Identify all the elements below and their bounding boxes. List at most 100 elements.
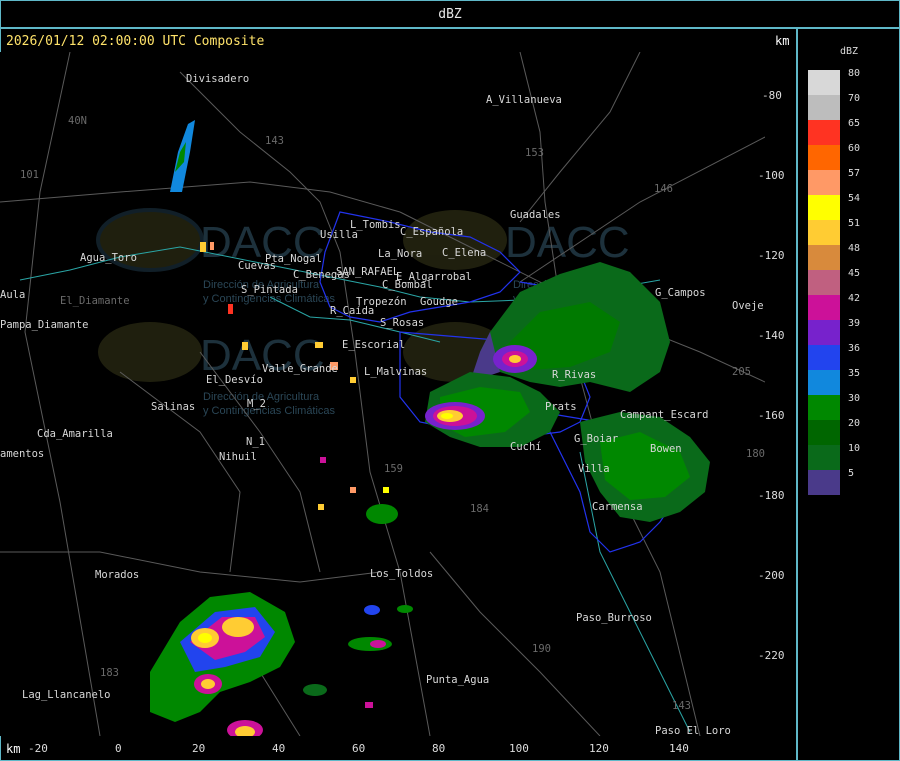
x-tick: 100 [509,742,529,755]
legend-label: 65 [848,118,861,129]
y-tick: -180 [758,489,785,502]
watermark-sub4: y Contingencias Climáticas [203,405,336,417]
legend-label: 5 [848,468,855,479]
y-axis-unit: km [775,34,790,48]
legend-swatch [808,345,840,370]
place-label: C_Española [400,226,463,238]
legend-label: 35 [848,368,861,379]
place-label: Campant_Escard [620,409,709,421]
legend-label: 42 [848,293,861,304]
x-tick: -20 [28,742,48,755]
place-label: Guadales [510,209,561,221]
legend-swatch [808,445,840,470]
place-label: Pta_Nogal [265,253,322,265]
legend-swatch [808,295,840,320]
place-label: Nihuil [219,451,257,463]
place-label: M_2 [247,398,266,410]
place-label: Pampa_Diamante [0,319,89,331]
place-label: C_Elena [442,247,486,259]
legend-swatch [808,270,840,295]
place-label: Goudge [420,296,458,308]
legend-swatch [808,245,840,270]
place-label: N_1 [246,436,265,448]
place-label: 101 [20,169,39,181]
place-label: 183 [100,667,119,679]
place-label: A_Villanueva [486,94,562,106]
place-label: E_Escorial [342,339,405,351]
legend-swatch [808,70,840,95]
legend-label: 39 [848,318,861,329]
y-tick: -140 [758,329,785,342]
place-label: 153 [525,147,544,159]
y-tick: -160 [758,409,785,422]
legend-swatch [808,220,840,245]
legend-label: 60 [848,143,861,154]
legend-label: 48 [848,243,861,254]
legend-swatch [808,370,840,395]
place-label: 190 [532,643,551,655]
y-tick: -100 [758,169,785,182]
place-label: G_Campos [655,287,706,299]
place-label: Los_Toldos [370,568,433,580]
y-tick: -200 [758,569,785,582]
x-tick: 120 [589,742,609,755]
place-label: C_Benegas [293,269,350,281]
place-label: S_Pintada [241,284,298,296]
timestamp-label: 2026/01/12 02:00:00 UTC Composite [6,34,265,49]
x-axis-unit: km [6,742,21,756]
place-label: 40N [68,115,87,127]
place-label: El_Diamante [60,295,130,307]
legend-swatch [808,395,840,420]
x-tick: 140 [669,742,689,755]
place-label: Cuchí [510,441,542,453]
x-tick: 20 [192,742,206,755]
legend-label: 45 [848,268,861,279]
legend-swatch [808,195,840,220]
place-label: Carmensa [592,501,643,513]
title-bar: dBZ [0,0,900,28]
place-label: Bowen [650,443,682,455]
place-label: R_Caída [330,305,374,317]
legend-swatch [808,320,840,345]
legend-unit: dBZ [840,46,859,57]
legend-label: 51 [848,218,861,229]
place-label: Prats [545,401,577,413]
legend-label: 20 [848,418,861,429]
place-label: amentos [0,448,44,460]
place-label: R_Rivas [552,369,596,381]
place-label: Morados [95,569,139,581]
legend-label: 54 [848,193,861,204]
watermark-text-2: DACC [505,218,630,267]
place-label: Cda_Amarilla [37,428,113,440]
place-label: C_Bombal [382,279,433,291]
place-label: 205 [732,366,751,378]
place-label: 146 [654,183,673,195]
y-tick: -220 [758,649,785,662]
radar-map[interactable]: DACC DACC DACC DACC Dirección de Agricul… [0,52,765,736]
place-label: Salinas [151,401,195,413]
place-label: Ovejer [732,300,765,312]
place-label: Divisadero [186,73,249,85]
legend-swatch [808,145,840,170]
place-label: 143 [265,135,284,147]
window-title: dBZ [438,7,462,22]
x-tick: 0 [115,742,122,755]
place-label: Punta_Agua [426,674,489,686]
place-label: S_Rosas [380,317,424,329]
legend-label: 80 [848,68,861,79]
legend-label: 30 [848,393,861,404]
place-label: Paso_Burroso [576,612,652,624]
place-label: 184 [470,503,489,515]
place-label: L_Malvinas [364,366,427,378]
x-tick: 80 [432,742,446,755]
place-label: 159 [384,463,403,475]
legend-label: 36 [848,343,861,354]
place-label: Aula [0,289,25,301]
place-label: Paso_El_Loro [655,725,731,736]
legend-label: 70 [848,93,861,104]
legend-swatch [808,470,840,495]
place-label: G_Boiar [574,433,618,445]
y-tick: -120 [758,249,785,262]
place-label: Usilla [320,229,358,241]
legend-swatch [808,120,840,145]
